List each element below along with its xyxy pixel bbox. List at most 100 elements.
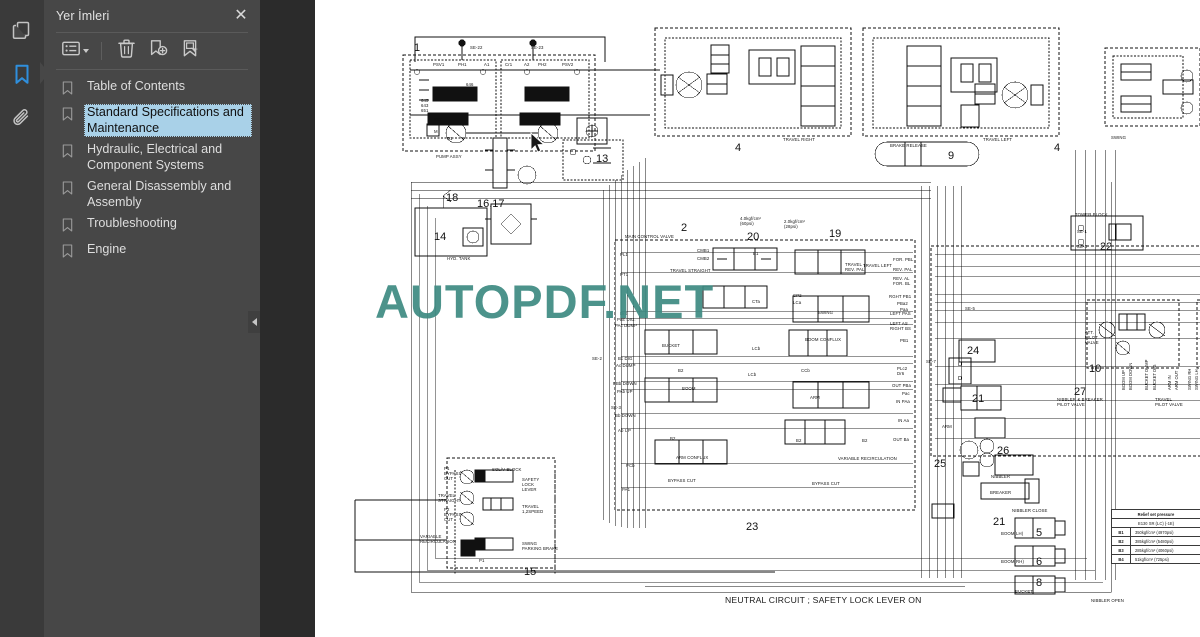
diagram-label: SWING [1111,135,1127,140]
diagram-callout: 13 [596,153,609,165]
relief-table-row: B1 350kgf/cm² (4970psi) [1112,528,1200,537]
diagram-label: RGHT PB1 [889,294,912,299]
diagram-label: NIBBLER & BREAKER PILOT VALVE [1057,397,1103,408]
relief-table-title: Relief set pressure [1112,510,1200,519]
toolbar-separator [101,42,102,60]
diagram-callout: 16,17 [477,198,505,210]
bookmark-item-icon [62,215,80,237]
diagram-callout: 22 [1100,241,1113,253]
diagram-vertical-label: ARM IN [1167,375,1172,390]
pdf-viewer-window: Yer İmleri ✕ Table of Contents Standard … [0,0,1200,637]
diagram-label: SE-5 [965,306,975,311]
diagram-callout: 21 [972,393,985,405]
relief-set-pressure-table: Relief set pressure E130 SR (LC) (-1E) B… [1111,509,1200,564]
diagram-callout: 27 [1074,386,1087,398]
diagram-label: TRAVEL STRAIGHT [670,268,711,273]
diagram-label: Bc DIG. [618,356,634,361]
diagram-vertical-label: SWING RH [1187,368,1192,390]
diagram-label: SAFETY LOCK LEVER [522,477,540,493]
bookmark-item-label: Hydraulic, Electrical and Component Syst… [87,142,223,172]
diagram-label: P2 BYPASS CUT [444,507,462,523]
diagram-label: ATT. PILOT VALVE [1085,330,1099,346]
diagram-callout: 5 [1036,527,1043,539]
rail-item-thumbnails[interactable] [5,10,39,50]
diagram-label: ARM CONFLUX [676,455,709,460]
diagram-label: TRAVEL LEFT [983,137,1013,142]
diagram-label: LEFT AS RIGHT BS [890,321,912,332]
bookmark-item[interactable]: Engine [44,239,260,265]
edit-bookmark-button[interactable] [175,38,205,64]
diagram-vertical-label: SWING LH [1194,369,1199,390]
relief-row-key: B3 [1112,546,1131,554]
diagram-label: TRAVEL REV. PAL [845,262,865,273]
bookmark-item[interactable]: General Disassembly and Assembly [44,176,260,213]
page-thumbnails-icon [11,19,33,41]
diagram-label: PBc DIG. [617,317,636,322]
bookmark-item-label: Troubleshooting [87,216,177,230]
bookmarks-toolbar [44,33,260,69]
diagram-label: NIBBLER [991,474,1011,479]
list-options-button[interactable] [56,38,94,64]
diagram-label: A1 [484,62,490,67]
diagram-label: SWING [818,310,834,315]
diagram-label: TOWER BLOCK [1075,212,1108,217]
bookmark-item-icon [62,104,80,126]
bookmark-item[interactable]: Table of Contents [44,76,260,102]
diagram-label: Dr4 [620,311,628,316]
diagram-label: BREAKER [990,490,1012,495]
diagram-vertical-label: BOOM DOWN [1128,362,1133,390]
diagram-label: CMB1 [697,248,710,253]
diagram-label: OUT Ba [893,437,910,442]
relief-row-value: 385kgf/cm² (5480psi) [1135,538,1174,544]
diagram-label: REV. PAL [893,267,913,272]
diagram-label: PAb UP [617,389,633,394]
diagram-label: CMB2 [697,256,710,261]
diagram-label: BOOM(LH) [1001,531,1024,536]
document-viewport[interactable]: PSV1 PH1 A1 Cr1 A2 PH2 PSV2 SE-22 SE-23 646 645 64… [260,0,1200,637]
diagram-label: PBa2 [897,301,908,306]
diagram-label: PCb [626,463,635,468]
diagram-label: M [434,129,438,134]
bookmark-edit-icon [181,39,200,63]
relief-row-key: B1 [1112,528,1131,536]
chevron-down-icon [82,49,89,53]
bookmark-item[interactable]: Standard Specifications and Maintenance [44,102,260,139]
diagram-label: P1 [479,558,485,563]
delete-bookmark-button[interactable] [111,38,141,64]
diagram-label: LCa [793,300,802,305]
diagram-label: B1 [753,251,759,256]
bookmark-item[interactable]: Troubleshooting [44,213,260,239]
close-panel-button[interactable]: ✕ [232,7,250,25]
diagram-label: BUCKET [1015,589,1034,594]
diagram-label: BYPASS CUT [812,481,840,486]
bookmark-item-icon [62,78,80,100]
diagram-label: PH2 [538,62,547,67]
relief-table-model: E130 SR (LC) (-1E) [1112,519,1200,528]
diagram-label: B1 [447,136,453,141]
diagram-vertical-label: ARM OUT [1174,370,1179,390]
relief-row-value: 51kgf/cm² (725psi) [1135,556,1169,562]
bookmark-item-label: Table of Contents [87,79,186,93]
bookmarks-panel: Yer İmleri ✕ Table of Contents Standard … [44,0,260,637]
diagram-label: BOOM CONFLUX [805,337,842,342]
rail-item-bookmarks[interactable] [5,54,49,94]
diagram-label: SE-1 [1077,229,1087,234]
diagram-label: FOR. PBL [893,257,914,262]
diagram-label: IN Aa [898,418,910,423]
bookmark-item[interactable]: Hydraulic, Electrical and Component Syst… [44,139,260,176]
diagram-label: PBb DOWN [613,381,637,386]
panel-header: Yer İmleri ✕ [44,0,260,32]
diagram-label: PA1 [622,487,631,492]
diagram-callout: 8 [1036,577,1043,589]
rail-item-attachments[interactable] [5,98,39,138]
diagram-label: TRAVEL LEFT [863,263,893,268]
collapse-panel-button[interactable] [248,311,260,333]
bookmark-add-icon [149,39,168,63]
bookmarks-list: Table of Contents Standard Specifications… [44,70,260,265]
new-bookmark-button[interactable] [143,38,173,64]
diagram-label: SWING PARKING BRAKE [522,541,559,552]
sidebar-icon-rail [0,0,49,637]
diagram-callout: 14 [434,231,447,243]
diagram-label: BOOM [682,386,696,391]
diagram-label: PAc DUMP [615,323,638,328]
